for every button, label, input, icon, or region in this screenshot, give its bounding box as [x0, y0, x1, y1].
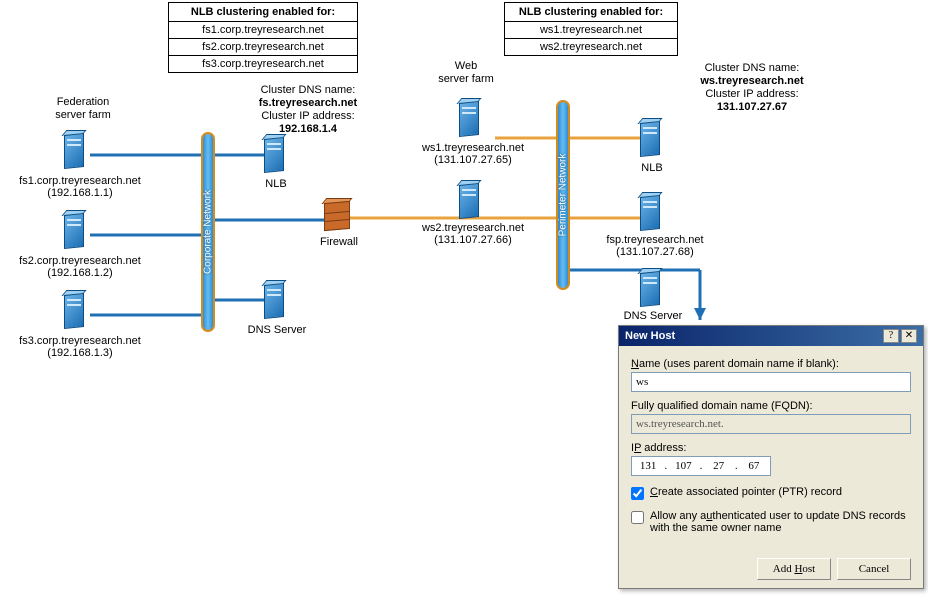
- nlb-left-box: NLB clustering enabled for: fs1.corp.tre…: [168, 2, 358, 73]
- cluster-left-info: Cluster DNS name: fs.treyresearch.net Cl…: [238, 84, 378, 136]
- server-fs3-label: fs3.corp.treyresearch.net(192.168.1.3): [0, 335, 160, 359]
- fed-farm-label: Federation server farm: [38, 96, 128, 122]
- fqdn-field-label: Fully qualified domain name (FQDN):: [631, 400, 911, 412]
- nlb-left-label: NLB: [248, 178, 304, 190]
- name-input[interactable]: [631, 372, 911, 392]
- ptr-checkbox-label: Create associated pointer (PTR) record: [650, 486, 842, 498]
- nlb-left-header: NLB clustering enabled for:: [169, 3, 357, 22]
- cluster-ip-value: 131.107.27.67: [682, 101, 822, 114]
- web-farm-label: Web server farm: [426, 60, 506, 86]
- server-fs1-icon: [60, 130, 90, 170]
- nlb-right-item: ws2.treyresearch.net: [505, 39, 677, 55]
- nlb-left-item: fs3.corp.treyresearch.net: [169, 56, 357, 72]
- server-nlb-right-icon: [636, 118, 666, 158]
- server-dns-right-icon: [636, 268, 666, 308]
- add-host-button[interactable]: Add Host: [757, 558, 831, 580]
- close-button[interactable]: ✕: [901, 329, 917, 343]
- dialog-titlebar[interactable]: New Host ? ✕: [619, 326, 923, 346]
- corporate-network-bus: Corporate Network: [201, 132, 215, 332]
- ip-octet-1[interactable]: [632, 457, 664, 475]
- cluster-dns-label: Cluster DNS name:: [238, 84, 378, 97]
- ip-field-label: IP address:: [631, 442, 911, 454]
- nlb-right-header: NLB clustering enabled for:: [505, 3, 677, 22]
- server-nlb-left-icon: [260, 134, 290, 174]
- cluster-dns-value: ws.treyresearch.net: [682, 75, 822, 88]
- dns-server-right-label: DNS Server: [614, 310, 692, 322]
- firewall-icon: [320, 198, 356, 234]
- cluster-ip-value: 192.168.1.4: [238, 123, 378, 136]
- cluster-dns-value: fs.treyresearch.net: [238, 97, 378, 110]
- server-ws2-label: ws2.treyresearch.net(131.107.27.66): [398, 222, 548, 246]
- server-ws1-icon: [455, 98, 485, 138]
- ip-input[interactable]: . . .: [631, 456, 771, 476]
- nlb-right-label: NLB: [624, 162, 680, 174]
- server-fs3-icon: [60, 290, 90, 330]
- cluster-ip-label: Cluster IP address:: [238, 110, 378, 123]
- ip-octet-2[interactable]: [667, 457, 699, 475]
- nlb-left-item: fs1.corp.treyresearch.net: [169, 22, 357, 39]
- server-fsp-label: fsp.treyresearch.net(131.107.27.68): [588, 234, 722, 258]
- dns-server-left-label: DNS Server: [239, 324, 315, 336]
- new-host-dialog: New Host ? ✕ Name (uses parent domain na…: [618, 325, 924, 589]
- server-fs2-label: fs2.corp.treyresearch.net(192.168.1.2): [0, 255, 160, 279]
- server-ws2-icon: [455, 180, 485, 220]
- perimeter-network-label: Perimeter Network: [558, 154, 569, 237]
- ptr-checkbox[interactable]: [631, 487, 644, 500]
- nlb-left-item: fs2.corp.treyresearch.net: [169, 39, 357, 56]
- server-ws1-label: ws1.treyresearch.net(131.107.27.65): [398, 142, 548, 166]
- fqdn-input: [631, 414, 911, 434]
- dialog-title-text: New Host: [625, 330, 675, 342]
- cancel-button[interactable]: Cancel: [837, 558, 911, 580]
- corporate-network-label: Corporate Network: [203, 190, 214, 274]
- server-fsp-icon: [636, 192, 666, 232]
- perimeter-network-bus: Perimeter Network: [556, 100, 570, 290]
- server-fs2-icon: [60, 210, 90, 250]
- cluster-dns-label: Cluster DNS name:: [682, 62, 822, 75]
- cluster-ip-label: Cluster IP address:: [682, 88, 822, 101]
- nlb-right-item: ws1.treyresearch.net: [505, 22, 677, 39]
- firewall-label: Firewall: [310, 236, 368, 248]
- server-dns-left-icon: [260, 280, 290, 320]
- ip-octet-3[interactable]: [703, 457, 735, 475]
- cluster-right-info: Cluster DNS name: ws.treyresearch.net Cl…: [682, 62, 822, 114]
- nlb-right-box: NLB clustering enabled for: ws1.treyrese…: [504, 2, 678, 56]
- name-field-label: Name (uses parent domain name if blank):: [631, 358, 911, 370]
- help-button[interactable]: ?: [883, 329, 899, 343]
- allow-update-checkbox-label: Allow any authenticated user to update D…: [650, 510, 911, 534]
- ip-octet-4[interactable]: [738, 457, 770, 475]
- server-fs1-label: fs1.corp.treyresearch.net(192.168.1.1): [0, 175, 160, 199]
- allow-update-checkbox[interactable]: [631, 511, 644, 524]
